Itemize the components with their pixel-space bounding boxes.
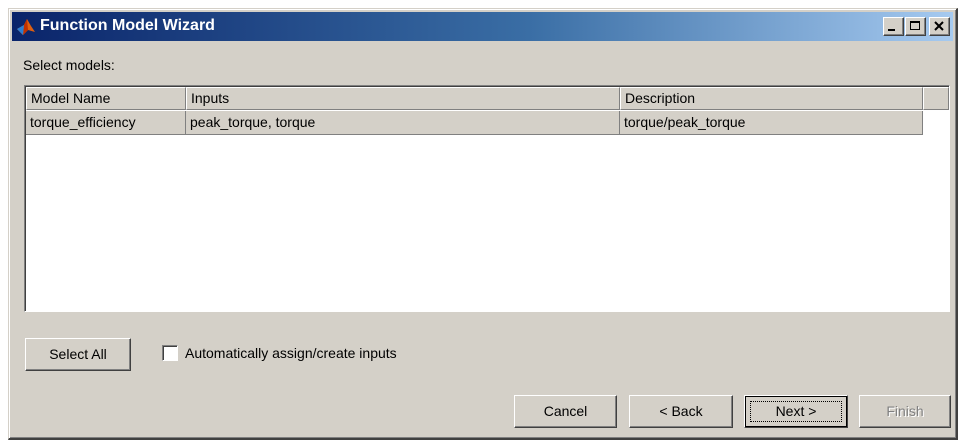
select-all-button[interactable]: Select All (25, 338, 131, 371)
auto-assign-option[interactable]: Automatically assign/create inputs (162, 345, 397, 361)
models-table[interactable]: Model Name Inputs Description torque_eff… (24, 85, 950, 312)
window-title: Function Model Wizard (40, 17, 215, 34)
column-header-inputs[interactable]: Inputs (186, 87, 620, 110)
close-button[interactable] (929, 17, 950, 36)
window-controls (882, 17, 950, 37)
cancel-button[interactable]: Cancel (514, 395, 617, 428)
back-button[interactable]: < Back (629, 395, 733, 428)
finish-button: Finish (859, 395, 951, 428)
maximize-icon (910, 21, 920, 30)
select-models-label: Select models: (23, 57, 115, 73)
function-model-wizard-window: Function Model Wizard Select models: Mod… (8, 8, 958, 440)
close-icon (934, 21, 944, 31)
minimize-button[interactable] (883, 17, 904, 36)
auto-assign-checkbox[interactable] (162, 345, 178, 361)
focus-rectangle (750, 401, 842, 422)
maximize-button[interactable] (905, 17, 926, 36)
cell-inputs[interactable]: peak_torque, torque (186, 111, 620, 135)
column-header-description[interactable]: Description (620, 87, 923, 110)
minimize-icon (888, 29, 895, 31)
auto-assign-label[interactable]: Automatically assign/create inputs (185, 345, 397, 361)
matlab-membrane-icon (17, 19, 35, 35)
cell-description[interactable]: torque/peak_torque (620, 111, 923, 135)
column-header-model-name[interactable]: Model Name (26, 87, 186, 110)
table-header: Model Name Inputs Description (26, 87, 949, 110)
column-header-blank (923, 87, 949, 110)
title-bar[interactable]: Function Model Wizard (12, 12, 953, 41)
cell-model-name[interactable]: torque_efficiency (26, 111, 186, 135)
table-row[interactable]: torque_efficiency peak_torque, torque to… (26, 111, 923, 135)
next-button[interactable]: Next > (744, 395, 848, 428)
